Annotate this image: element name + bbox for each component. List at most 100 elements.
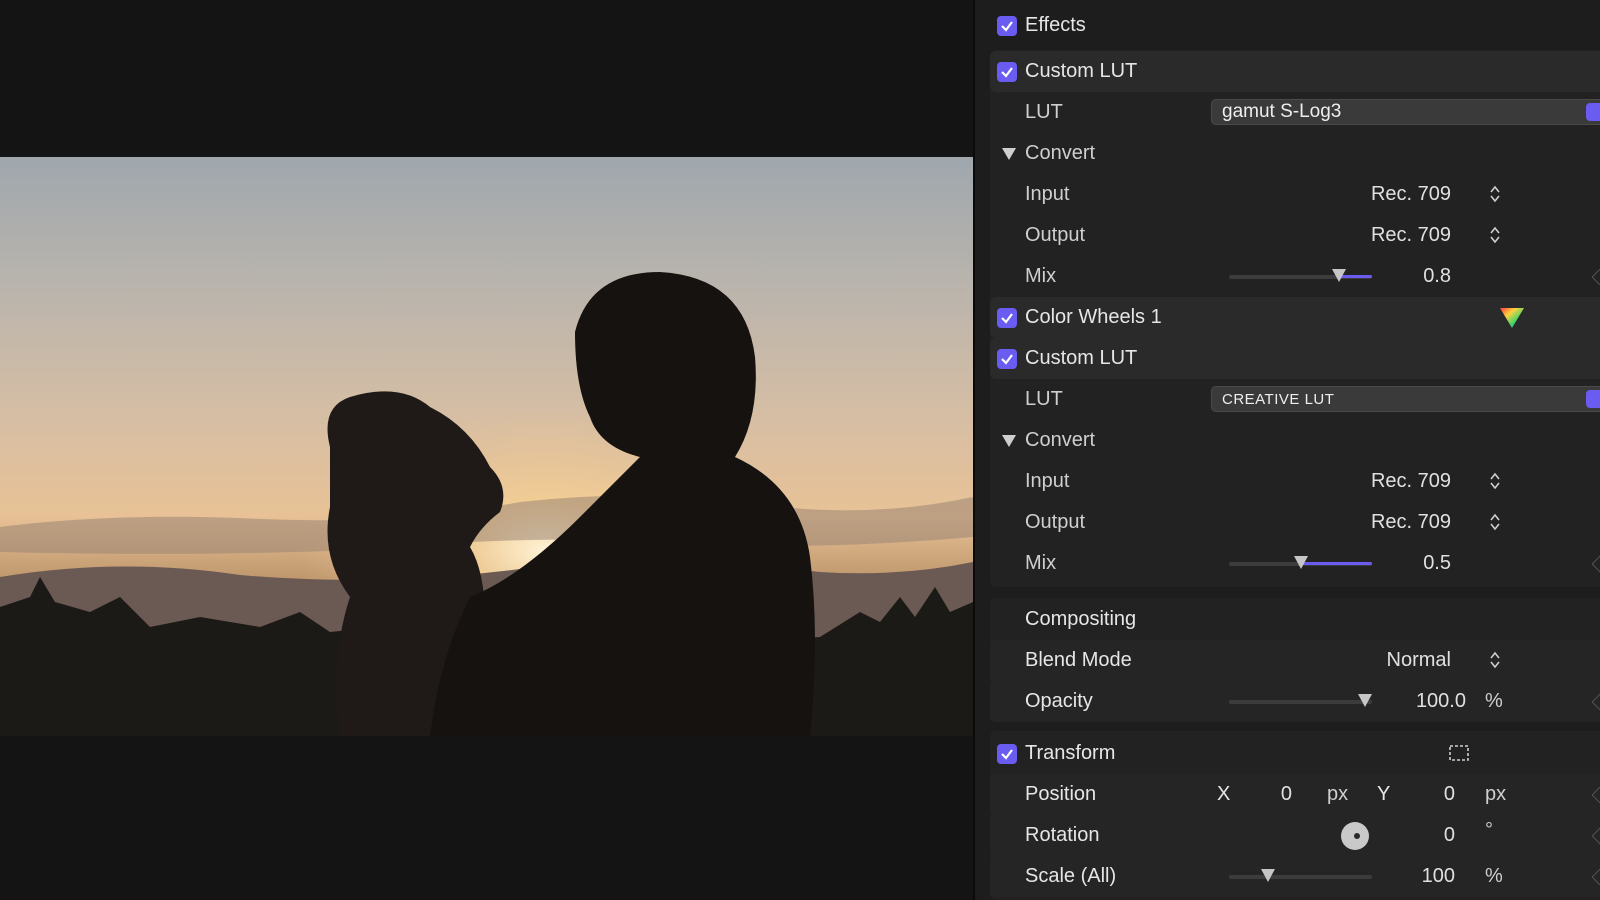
opacity-label: Opacity xyxy=(1025,690,1093,712)
position-y-value[interactable]: 0 xyxy=(1444,783,1455,806)
mix-2-label: Mix xyxy=(1025,552,1057,574)
position-x-unit: px xyxy=(1327,783,1349,805)
convert-2-label: Convert xyxy=(1025,429,1096,451)
mix-2-row: Mix 0.5 xyxy=(975,543,1600,584)
transform-header: Transform xyxy=(975,733,1600,774)
color-board-icon[interactable] xyxy=(1499,305,1525,329)
position-row: Position X 0 px Y 0 px xyxy=(990,774,1600,815)
lut-1-value: gamut S-Log3 xyxy=(1222,101,1342,122)
position-y-label: Y xyxy=(1377,783,1391,805)
lut-2-popup[interactable]: CREATIVE LUT xyxy=(1211,386,1600,412)
blend-mode-label: Blend Mode xyxy=(1025,649,1132,671)
keyframe-icon[interactable] xyxy=(1591,693,1600,711)
stepper-icon[interactable] xyxy=(1490,472,1500,490)
disclosure-triangle-icon[interactable] xyxy=(1002,148,1016,160)
opacity-slider-thumb[interactable] xyxy=(1358,694,1372,707)
custom-lut-1-header: Custom LUT xyxy=(990,51,1600,92)
scale-row: Scale (All) 100 % xyxy=(990,856,1600,897)
custom-lut-1-checkbox[interactable] xyxy=(997,61,1017,82)
compositing-title: Compositing xyxy=(1025,608,1137,630)
mix-2-slider-fill xyxy=(1301,562,1372,565)
output-1-row: Output Rec. 709 xyxy=(975,215,1600,256)
custom-lut-2-header: Custom LUT xyxy=(990,338,1600,379)
lut-1-popup[interactable]: gamut S-Log3 xyxy=(1211,99,1600,125)
keyframe-icon[interactable] xyxy=(1591,555,1600,573)
effects-checkbox[interactable] xyxy=(997,15,1017,36)
output-2-row: Output Rec. 709 xyxy=(975,502,1600,543)
transform-checkbox[interactable] xyxy=(997,743,1017,764)
rotation-dial-icon[interactable] xyxy=(1341,822,1369,850)
checkmark-icon xyxy=(1001,748,1013,760)
lut-2-label: LUT xyxy=(1025,388,1063,410)
chevron-down-icon xyxy=(1586,103,1600,121)
color-wheels-title: Color Wheels 1 xyxy=(1025,306,1162,328)
mix-2-value[interactable]: 0.5 xyxy=(1423,552,1451,575)
checkmark-icon xyxy=(1001,312,1013,324)
lut-2-row: LUT CREATIVE LUT xyxy=(975,379,1600,420)
opacity-unit: % xyxy=(1485,690,1503,712)
lut-2-value: CREATIVE LUT xyxy=(1222,390,1335,408)
stepper-icon[interactable] xyxy=(1490,651,1500,669)
keyframe-icon[interactable] xyxy=(1591,868,1600,886)
transform-onscreen-icon[interactable] xyxy=(1448,744,1470,762)
inspector-panel: Effects Custom LUT LUT gamut S-Log3 Conv… xyxy=(973,0,1600,900)
disclosure-triangle-icon[interactable] xyxy=(1002,435,1016,447)
mix-2-slider[interactable] xyxy=(1229,556,1372,569)
keyframe-icon[interactable] xyxy=(1591,268,1600,286)
output-1-label: Output xyxy=(1025,224,1086,246)
custom-lut-2-title: Custom LUT xyxy=(1025,347,1138,369)
lut-1-label: LUT xyxy=(1025,101,1063,123)
scale-unit: % xyxy=(1485,865,1503,887)
scale-value[interactable]: 100 xyxy=(1422,865,1455,888)
rotation-label: Rotation xyxy=(1025,824,1100,846)
video-frame[interactable] xyxy=(0,157,973,736)
scale-slider[interactable] xyxy=(1229,869,1372,882)
keyframe-icon[interactable] xyxy=(1591,827,1600,845)
mix-1-label: Mix xyxy=(1025,265,1057,287)
mix-1-slider[interactable] xyxy=(1229,269,1372,282)
rotation-row: Rotation 0 ° xyxy=(990,815,1600,856)
custom-lut-1-title: Custom LUT xyxy=(1025,60,1138,82)
transform-title: Transform xyxy=(1025,742,1116,764)
mix-1-value[interactable]: 0.8 xyxy=(1423,265,1451,288)
checkmark-icon xyxy=(1001,353,1013,365)
scale-label: Scale (All) xyxy=(1025,865,1117,887)
lut-1-row: LUT gamut S-Log3 xyxy=(975,92,1600,133)
video-image xyxy=(0,157,973,736)
rotation-value[interactable]: 0 xyxy=(1444,824,1455,847)
keyframe-icon[interactable] xyxy=(1591,786,1600,804)
output-2-value[interactable]: Rec. 709 xyxy=(1371,511,1451,534)
position-x-label: X xyxy=(1217,783,1231,805)
opacity-row: Opacity 100.0 % xyxy=(990,681,1600,722)
convert-1-label: Convert xyxy=(1025,142,1096,164)
opacity-slider[interactable] xyxy=(1229,694,1372,707)
checkmark-icon xyxy=(1001,66,1013,78)
stepper-icon[interactable] xyxy=(1490,513,1500,531)
mix-1-row: Mix 0.8 xyxy=(975,256,1600,297)
input-2-label: Input xyxy=(1025,470,1070,492)
input-1-row: Input Rec. 709 xyxy=(975,174,1600,215)
mix-2-slider-thumb[interactable] xyxy=(1294,556,1308,569)
custom-lut-2-checkbox[interactable] xyxy=(997,348,1017,369)
rotation-unit: ° xyxy=(1485,819,1493,841)
scale-slider-thumb[interactable] xyxy=(1261,869,1275,882)
input-1-label: Input xyxy=(1025,183,1070,205)
mix-1-slider-thumb[interactable] xyxy=(1332,269,1346,282)
input-1-value[interactable]: Rec. 709 xyxy=(1371,183,1451,206)
position-y-unit: px xyxy=(1485,783,1507,805)
convert-2-row[interactable]: Convert xyxy=(975,420,1600,461)
opacity-value[interactable]: 100.0 xyxy=(1416,690,1466,713)
color-wheels-checkbox[interactable] xyxy=(997,307,1017,328)
stepper-icon[interactable] xyxy=(1490,185,1500,203)
effects-header: Effects xyxy=(975,5,1600,46)
effects-label: Effects xyxy=(1025,14,1086,36)
stepper-icon[interactable] xyxy=(1490,226,1500,244)
convert-1-row[interactable]: Convert xyxy=(975,133,1600,174)
compositing-header: Compositing xyxy=(975,599,1600,640)
input-2-value[interactable]: Rec. 709 xyxy=(1371,470,1451,493)
input-2-row: Input Rec. 709 xyxy=(975,461,1600,502)
position-x-value[interactable]: 0 xyxy=(1281,783,1292,806)
output-1-value[interactable]: Rec. 709 xyxy=(1371,224,1451,247)
blend-mode-value[interactable]: Normal xyxy=(1387,649,1451,672)
chevron-down-icon xyxy=(1586,390,1600,408)
